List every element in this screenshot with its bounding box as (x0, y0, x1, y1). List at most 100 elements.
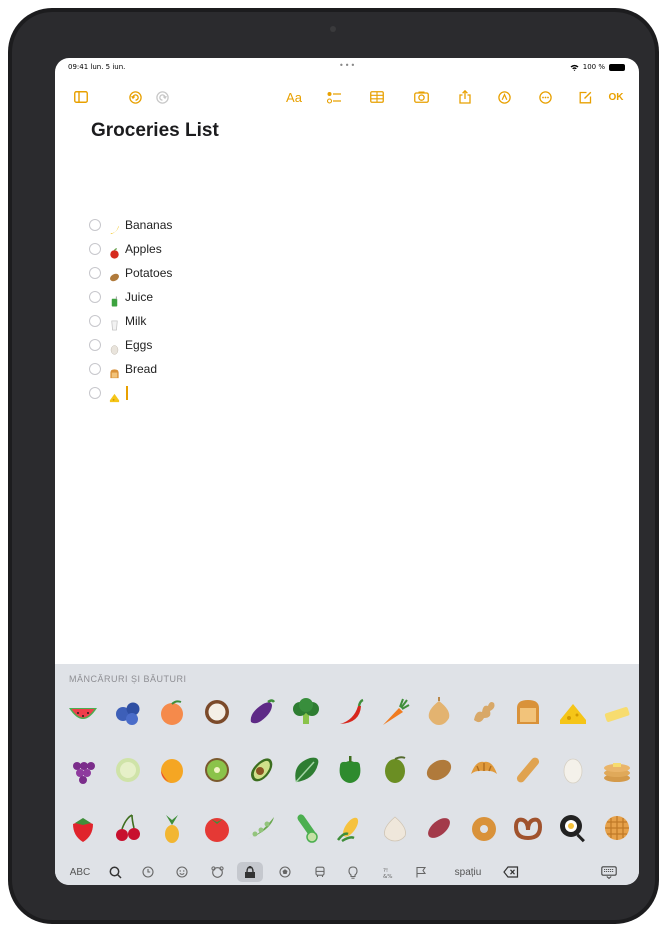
flags-icon[interactable] (411, 862, 431, 882)
redo-icon[interactable] (154, 88, 170, 106)
broccoli-icon[interactable] (288, 694, 324, 730)
checklist-item[interactable]: Apples (89, 237, 172, 261)
item-label: Eggs (125, 338, 153, 352)
search-icon[interactable] (105, 862, 125, 882)
egg-icon[interactable] (555, 752, 591, 788)
undo-icon[interactable] (127, 88, 143, 106)
item-label: Apples (125, 242, 162, 256)
bell-pepper-icon[interactable] (332, 752, 368, 788)
croissant-icon[interactable] (466, 752, 502, 788)
garlic-icon[interactable] (377, 810, 413, 846)
emoji-category-label: MÂNCĂRURI ȘI BĂUTURI (69, 674, 187, 684)
butter-icon[interactable] (599, 694, 635, 730)
ipad-frame: 09:41 lun. 5 iun. ••• 100 % Aa OK Grocer… (8, 8, 659, 924)
checklist-item[interactable]: Bread (89, 357, 172, 381)
item-label: Juice (125, 290, 154, 304)
text-cursor (126, 386, 128, 400)
checklist-item[interactable]: Potatoes (89, 261, 172, 285)
done-button[interactable]: OK (605, 88, 627, 106)
sidebar-toggle-icon[interactable] (73, 88, 89, 106)
notes-toolbar: Aa OK (55, 86, 639, 108)
recent-clock-icon[interactable] (138, 862, 158, 882)
food-category-icon[interactable] (237, 862, 263, 882)
ginger-icon[interactable] (466, 694, 502, 730)
checklist-item[interactable]: Milk (89, 309, 172, 333)
multitasking-dots[interactable]: ••• (339, 61, 356, 70)
mango-icon[interactable] (154, 752, 190, 788)
cooking-icon[interactable] (555, 810, 591, 846)
checklist: Bananas Apples Potatoes Juice Milk Eggs … (89, 213, 172, 405)
cucumber-icon[interactable] (288, 810, 324, 846)
symbols-icon[interactable]: ?! &% (377, 862, 399, 882)
item-label: Bananas (125, 218, 173, 232)
camera-icon[interactable] (413, 88, 429, 106)
space-button[interactable]: spațiu (448, 862, 488, 882)
bread-icon[interactable] (510, 694, 546, 730)
egg-icon (109, 340, 120, 355)
share-icon[interactable] (457, 88, 473, 106)
more-options-icon[interactable] (537, 88, 553, 106)
checklist-item[interactable]: Eggs (89, 333, 172, 357)
front-camera (330, 26, 336, 32)
svg-text:&%: &% (383, 874, 393, 879)
delete-backspace-icon[interactable] (499, 862, 523, 882)
status-time: 09:41 lun. 5 iun. (68, 63, 126, 71)
hot-pepper-icon[interactable] (332, 694, 368, 730)
emoji-row (65, 810, 635, 846)
checkbox[interactable] (89, 219, 101, 231)
cheese-icon[interactable] (555, 694, 591, 730)
avocado-icon[interactable] (243, 752, 279, 788)
kiwi-icon[interactable] (199, 752, 235, 788)
battery-percent: 100 % (582, 63, 605, 71)
smileys-icon[interactable] (172, 862, 192, 882)
abc-keyboard-button[interactable]: ABC (65, 862, 95, 882)
waffle-icon[interactable] (599, 810, 635, 846)
olive-icon[interactable] (377, 752, 413, 788)
compose-icon[interactable] (577, 88, 593, 106)
carrot-icon[interactable] (377, 694, 413, 730)
pancakes-icon[interactable] (599, 752, 635, 788)
checkbox[interactable] (89, 387, 101, 399)
note-title[interactable]: Groceries List (91, 120, 219, 142)
coconut-icon[interactable] (199, 694, 235, 730)
eggplant-icon[interactable] (243, 694, 279, 730)
pea-pod-icon[interactable] (243, 810, 279, 846)
wifi-icon (570, 64, 579, 71)
text-format-button[interactable]: Aa (283, 88, 305, 106)
hide-keyboard-icon[interactable] (597, 862, 621, 882)
corn-icon[interactable] (332, 810, 368, 846)
bagel-icon[interactable] (466, 810, 502, 846)
objects-lightbulb-icon[interactable] (343, 862, 363, 882)
markup-icon[interactable] (496, 88, 512, 106)
peach-icon[interactable] (154, 694, 190, 730)
tomato-icon[interactable] (199, 810, 235, 846)
checkbox[interactable] (89, 339, 101, 351)
watermelon-icon[interactable] (65, 694, 101, 730)
grapes-icon[interactable] (65, 752, 101, 788)
checkbox[interactable] (89, 243, 101, 255)
checkbox[interactable] (89, 363, 101, 375)
melon-icon[interactable] (110, 752, 146, 788)
baguette-icon[interactable] (510, 752, 546, 788)
checkbox[interactable] (89, 267, 101, 279)
checklist-item[interactable]: Bananas (89, 213, 172, 237)
checkbox[interactable] (89, 291, 101, 303)
leafy-green-icon[interactable] (288, 752, 324, 788)
animals-bear-icon[interactable] (207, 862, 227, 882)
travel-car-icon[interactable] (310, 862, 330, 882)
checklist-item[interactable]: Juice (89, 285, 172, 309)
onion-icon[interactable] (421, 694, 457, 730)
table-icon[interactable] (369, 88, 385, 106)
checklist-icon[interactable] (326, 88, 342, 106)
glass-of-milk-icon (109, 316, 120, 330)
cherries-icon[interactable] (110, 810, 146, 846)
checkbox[interactable] (89, 315, 101, 327)
sweet-potato-icon[interactable] (421, 810, 457, 846)
activity-ball-icon[interactable] (275, 862, 295, 882)
potato-icon[interactable] (421, 752, 457, 788)
pretzel-icon[interactable] (510, 810, 546, 846)
strawberry-icon[interactable] (65, 810, 101, 846)
checklist-item[interactable] (89, 381, 172, 405)
pineapple-icon[interactable] (154, 810, 190, 846)
blueberries-icon[interactable] (110, 694, 146, 730)
